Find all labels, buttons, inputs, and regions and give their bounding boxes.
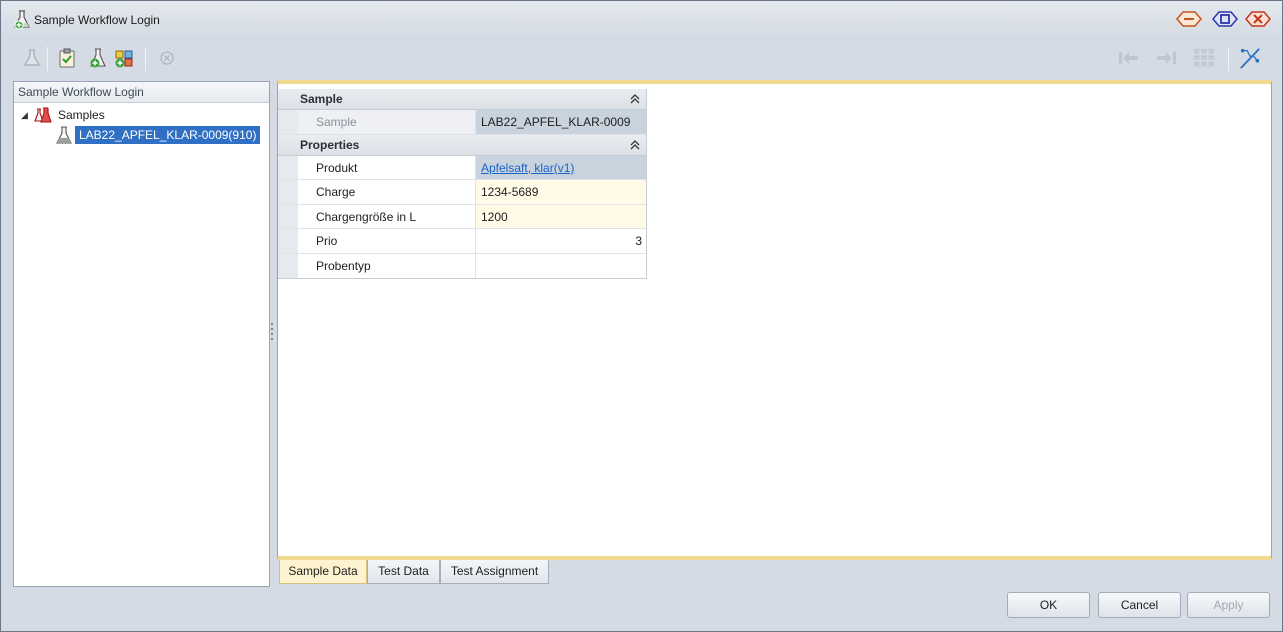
window-title: Sample Workflow Login <box>34 13 160 27</box>
clipboard-check-icon[interactable] <box>56 47 78 69</box>
probentyp-field[interactable] <box>476 254 646 279</box>
chargengroesse-field[interactable]: 1200 <box>476 204 646 228</box>
toolbar-separator <box>47 47 48 71</box>
tab-test-assignment[interactable]: Test Assignment <box>440 560 549 584</box>
next-icon[interactable] <box>1155 47 1177 69</box>
charge-field[interactable]: 1234-5689 <box>476 180 646 204</box>
previous-icon[interactable] <box>1118 47 1140 69</box>
tree-panel-header: Sample Workflow Login <box>14 82 269 103</box>
minimize-icon[interactable] <box>1176 10 1202 28</box>
property-row-produkt: Produkt Apfelsaft, klar(v1) <box>278 155 646 180</box>
tree-node-label: Samples <box>58 108 105 122</box>
property-row-chargengroesse: Chargengröße in L 1200 <box>278 204 646 229</box>
property-name: Produkt <box>298 155 476 179</box>
property-row-prio: Prio 3 <box>278 229 646 254</box>
property-value: Apfelsaft, klar(v1) <box>476 155 646 179</box>
property-row-probentyp: Probentyp <box>278 253 646 279</box>
grid-icon[interactable] <box>1193 47 1215 69</box>
flask-add-icon[interactable] <box>87 47 109 69</box>
property-name: Chargengröße in L <box>298 204 476 228</box>
cancel-button[interactable]: Cancel <box>1098 592 1181 618</box>
prio-field[interactable]: 3 <box>476 229 646 253</box>
category-sample[interactable]: Sample <box>278 89 646 110</box>
dialog-window: Sample Workflow Login Sample Workflow Lo… <box>0 0 1283 632</box>
property-value: LAB22_APFEL_KLAR-0009 <box>476 110 646 134</box>
property-row-charge: Charge 1234-5689 <box>278 180 646 205</box>
tab-test-data[interactable]: Test Data <box>367 560 440 584</box>
workflow-icon[interactable] <box>1239 47 1261 69</box>
apply-button[interactable]: Apply <box>1187 592 1270 618</box>
ok-button[interactable]: OK <box>1007 592 1090 618</box>
property-row-sample: Sample LAB22_APFEL_KLAR-0009 <box>278 110 646 135</box>
produkt-link[interactable]: Apfelsaft, klar(v1) <box>481 161 574 175</box>
collapse-icon[interactable] <box>630 94 640 104</box>
flask-icon <box>56 126 72 144</box>
toolbar-separator <box>145 47 146 71</box>
toolbar-separator <box>1228 47 1229 71</box>
flask-disabled-icon[interactable] <box>21 47 43 69</box>
property-name: Charge <box>298 180 476 204</box>
tab-sample-data[interactable]: Sample Data <box>279 560 367 584</box>
category-label: Properties <box>300 137 360 152</box>
samples-flasks-icon <box>34 107 52 123</box>
splitter-grip[interactable] <box>270 323 274 343</box>
close-icon[interactable] <box>1245 10 1271 28</box>
tree-node-label: LAB22_APFEL_KLAR-0009(910) <box>75 126 261 144</box>
property-name: Probentyp <box>298 253 476 278</box>
property-grid: Sample Sample LAB22_APFEL_KLAR-0009 Prop… <box>278 89 647 279</box>
property-name: Sample <box>298 110 476 134</box>
sample-data-panel: Sample Sample LAB22_APFEL_KLAR-0009 Prop… <box>277 80 1272 560</box>
tree-panel: Sample Workflow Login ◢ Samples LAB22_AP… <box>13 81 270 587</box>
flask-add-icon <box>14 10 30 30</box>
collapse-arrow-icon[interactable]: ◢ <box>21 105 31 125</box>
maximize-icon[interactable] <box>1212 10 1238 28</box>
cancel-icon[interactable] <box>156 47 178 69</box>
category-label: Sample <box>300 92 343 106</box>
property-name: Prio <box>298 229 476 253</box>
toolbar <box>1 39 1282 77</box>
collapse-icon[interactable] <box>630 139 640 150</box>
category-properties[interactable]: Properties <box>278 134 646 156</box>
batch-add-icon[interactable] <box>114 47 136 69</box>
title-bar: Sample Workflow Login <box>1 1 1282 39</box>
